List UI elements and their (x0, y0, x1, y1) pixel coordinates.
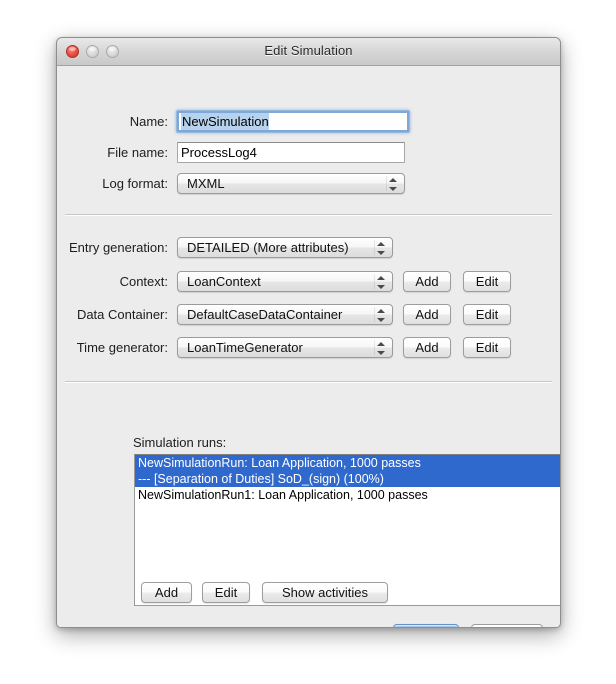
ok-button[interactable]: OK (393, 623, 459, 627)
popup-divider (386, 175, 387, 191)
name-input[interactable]: NewSimulation (177, 110, 409, 132)
entry-generation-row: Entry generation: DETAILED (More attribu… (57, 236, 393, 258)
context-add-button[interactable]: Add (403, 270, 451, 292)
data-container-edit-button[interactable]: Edit (463, 303, 511, 325)
popup-divider (374, 306, 375, 322)
data-container-row: Data Container: DefaultCaseDataContainer… (57, 303, 511, 325)
name-row: Name: NewSimulation (57, 110, 409, 132)
data-container-add-button[interactable]: Add (403, 303, 451, 325)
entry-generation-select[interactable]: DETAILED (More attributes) (177, 236, 393, 258)
log-format-select[interactable]: MXML (177, 172, 405, 194)
chevron-updown-icon (377, 241, 386, 256)
file-name-row: File name: ProcessLog4 (57, 141, 405, 163)
context-select[interactable]: LoanContext (177, 270, 393, 292)
runs-add-button[interactable]: Add (141, 581, 192, 603)
window-title: Edit Simulation (264, 43, 353, 58)
entry-generation-label: Entry generation: (68, 239, 168, 255)
file-name-label: File name: (107, 144, 168, 160)
popup-divider (374, 339, 375, 355)
list-actions: Add Edit Show activities (141, 581, 388, 603)
cancel-button[interactable]: Cancel (471, 623, 543, 627)
section-divider-bottom (65, 381, 552, 383)
time-generator-value: LoanTimeGenerator (187, 339, 303, 355)
time-generator-select[interactable]: LoanTimeGenerator (177, 336, 393, 358)
window-titlebar[interactable]: Edit Simulation (57, 38, 560, 66)
time-generator-row: Time generator: LoanTimeGenerator Add Ed… (57, 336, 511, 358)
time-generator-label: Time generator: (76, 339, 168, 355)
list-item[interactable]: NewSimulationRun: Loan Application, 1000… (135, 455, 560, 471)
log-format-row: Log format: MXML (57, 172, 405, 194)
context-label: Context: (119, 273, 168, 289)
chevron-updown-icon (377, 308, 386, 323)
time-generator-add-button[interactable]: Add (403, 336, 451, 358)
dialog-content: Name: NewSimulation File name: ProcessLo… (57, 66, 560, 627)
context-edit-button[interactable]: Edit (463, 270, 511, 292)
data-container-label: Data Container: (76, 306, 168, 322)
log-format-label: Log format: (102, 175, 168, 191)
log-format-value: MXML (187, 175, 225, 191)
context-value: LoanContext (187, 273, 261, 289)
chevron-updown-icon (377, 275, 386, 290)
dialog-footer: OK Cancel (393, 623, 543, 627)
edit-simulation-window: Edit Simulation Name: NewSimulation File… (56, 37, 561, 628)
section-divider-top (65, 214, 552, 216)
context-row: Context: LoanContext Add Edit (57, 270, 511, 292)
runs-edit-button[interactable]: Edit (202, 581, 250, 603)
entry-generation-value: DETAILED (More attributes) (187, 239, 349, 255)
file-name-input[interactable]: ProcessLog4 (177, 141, 405, 163)
show-activities-button[interactable]: Show activities (262, 581, 388, 603)
data-container-select[interactable]: DefaultCaseDataContainer (177, 303, 393, 325)
chevron-updown-icon (377, 341, 386, 356)
name-input-value: NewSimulation (181, 112, 269, 130)
simulation-runs-label: Simulation runs: (133, 435, 227, 450)
file-name-input-value: ProcessLog4 (181, 144, 257, 160)
list-item[interactable]: --- [Separation of Duties] SoD_(sign) (1… (135, 471, 560, 487)
popup-divider (374, 273, 375, 289)
chevron-updown-icon (389, 177, 398, 192)
data-container-value: DefaultCaseDataContainer (187, 306, 343, 322)
time-generator-edit-button[interactable]: Edit (463, 336, 511, 358)
name-label: Name: (129, 113, 168, 129)
popup-divider (374, 239, 375, 255)
list-item[interactable]: NewSimulationRun1: Loan Application, 100… (135, 487, 560, 503)
